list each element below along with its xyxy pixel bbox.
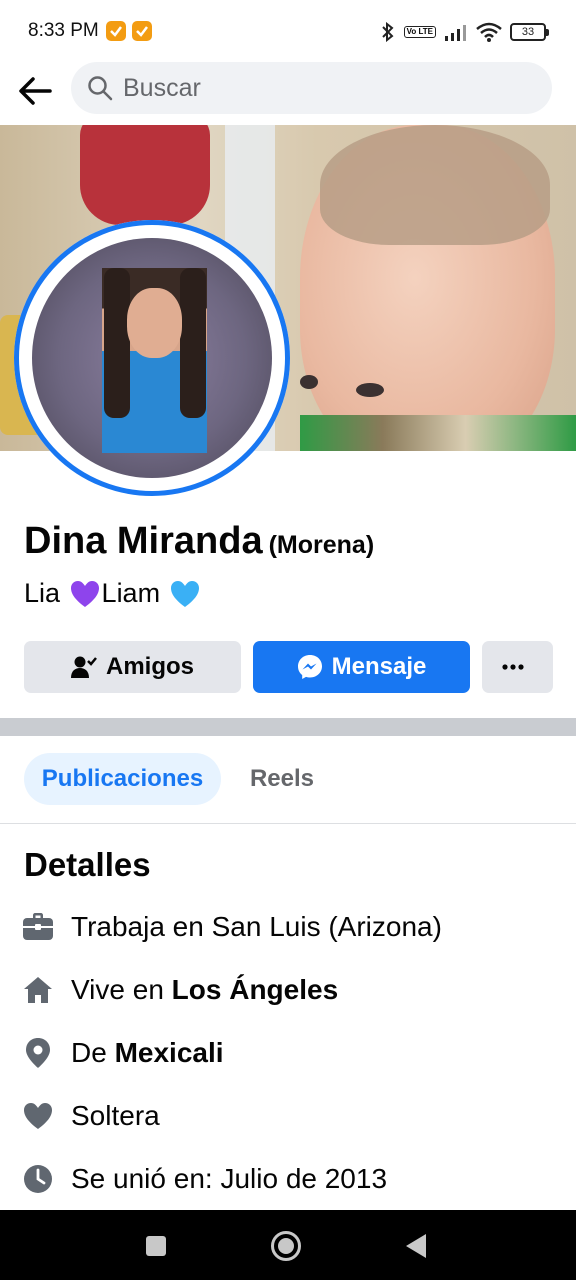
app-notification-icon <box>132 21 152 41</box>
back-nav-button[interactable] <box>398 1228 434 1264</box>
status-time: 8:33 PM <box>28 20 99 41</box>
message-label: Mensaje <box>331 653 427 680</box>
detail-lives-in[interactable]: Vive en Los Ángeles <box>0 959 576 1021</box>
detail-relationship-text: Soltera <box>71 1100 160 1131</box>
search-placeholder: Buscar <box>123 73 201 102</box>
recents-button[interactable] <box>138 1228 174 1264</box>
top-header: Buscar <box>0 60 576 122</box>
alternate-name: (Morena) <box>268 531 375 559</box>
message-button[interactable]: Mensaje <box>253 641 470 693</box>
detail-work-text: Trabaja en San Luis (Arizona) <box>71 911 442 942</box>
tab-reels[interactable]: Reels <box>236 753 328 805</box>
system-nav-bar <box>0 1210 576 1280</box>
status-bar: 8:33 PM Vo LTE 33 <box>0 0 576 64</box>
more-options-button[interactable] <box>482 641 553 693</box>
app-notification-icon <box>106 21 126 41</box>
home-nav-button[interactable] <box>268 1228 304 1264</box>
profile-name: Dina Miranda (Morena) <box>24 520 374 563</box>
wifi-icon <box>476 22 502 42</box>
detail-from-text: De Mexicali <box>71 1037 224 1068</box>
purple-heart-icon <box>70 580 99 607</box>
heart-icon <box>22 1100 54 1132</box>
bio-text-liam: Liam <box>101 578 168 608</box>
arrow-left-icon <box>19 77 52 105</box>
profile-avatar[interactable] <box>14 220 290 496</box>
square-icon <box>146 1236 166 1256</box>
detail-joined[interactable]: Se unió en: Julio de 2013 <box>0 1148 576 1210</box>
profile-name-text: Dina Miranda <box>24 520 263 562</box>
friends-button[interactable]: Amigos <box>24 641 241 693</box>
detail-work[interactable]: Trabaja en San Luis (Arizona) <box>0 896 576 958</box>
section-divider <box>0 718 576 736</box>
search-icon <box>88 76 113 101</box>
details-title: Detalles <box>24 846 151 883</box>
volte-icon: Vo LTE <box>403 26 436 38</box>
status-icons: Vo LTE 33 <box>380 20 549 44</box>
messenger-icon <box>297 655 322 679</box>
bluetooth-icon <box>381 22 394 42</box>
location-pin-icon <box>22 1037 54 1069</box>
friends-label: Amigos <box>105 653 194 680</box>
signal-icon <box>445 25 466 41</box>
profile-bio: Lia Liam <box>24 578 202 609</box>
profile-actions: Amigos Mensaje <box>24 641 553 693</box>
back-button[interactable] <box>14 70 56 112</box>
detail-lives-text: Vive en Los Ángeles <box>71 974 339 1005</box>
home-icon <box>22 974 54 1006</box>
circle-home-icon <box>271 1231 301 1261</box>
briefcase-icon <box>22 911 54 943</box>
profile-tabs: Publicaciones Reels <box>0 736 576 824</box>
triangle-back-icon <box>406 1234 426 1258</box>
detail-from[interactable]: De Mexicali <box>0 1022 576 1084</box>
more-dots-icon <box>502 664 524 670</box>
blue-heart-icon <box>170 580 199 607</box>
clock-icon <box>22 1163 54 1195</box>
detail-joined-text: Se unió en: Julio de 2013 <box>71 1163 388 1194</box>
detail-relationship[interactable]: Soltera <box>0 1085 576 1147</box>
tab-publicaciones[interactable]: Publicaciones <box>24 753 221 805</box>
friends-check-icon <box>70 656 97 678</box>
search-input[interactable]: Buscar <box>71 62 552 114</box>
bio-text-lia: Lia <box>24 578 68 608</box>
battery-icon: 33 <box>510 23 549 41</box>
